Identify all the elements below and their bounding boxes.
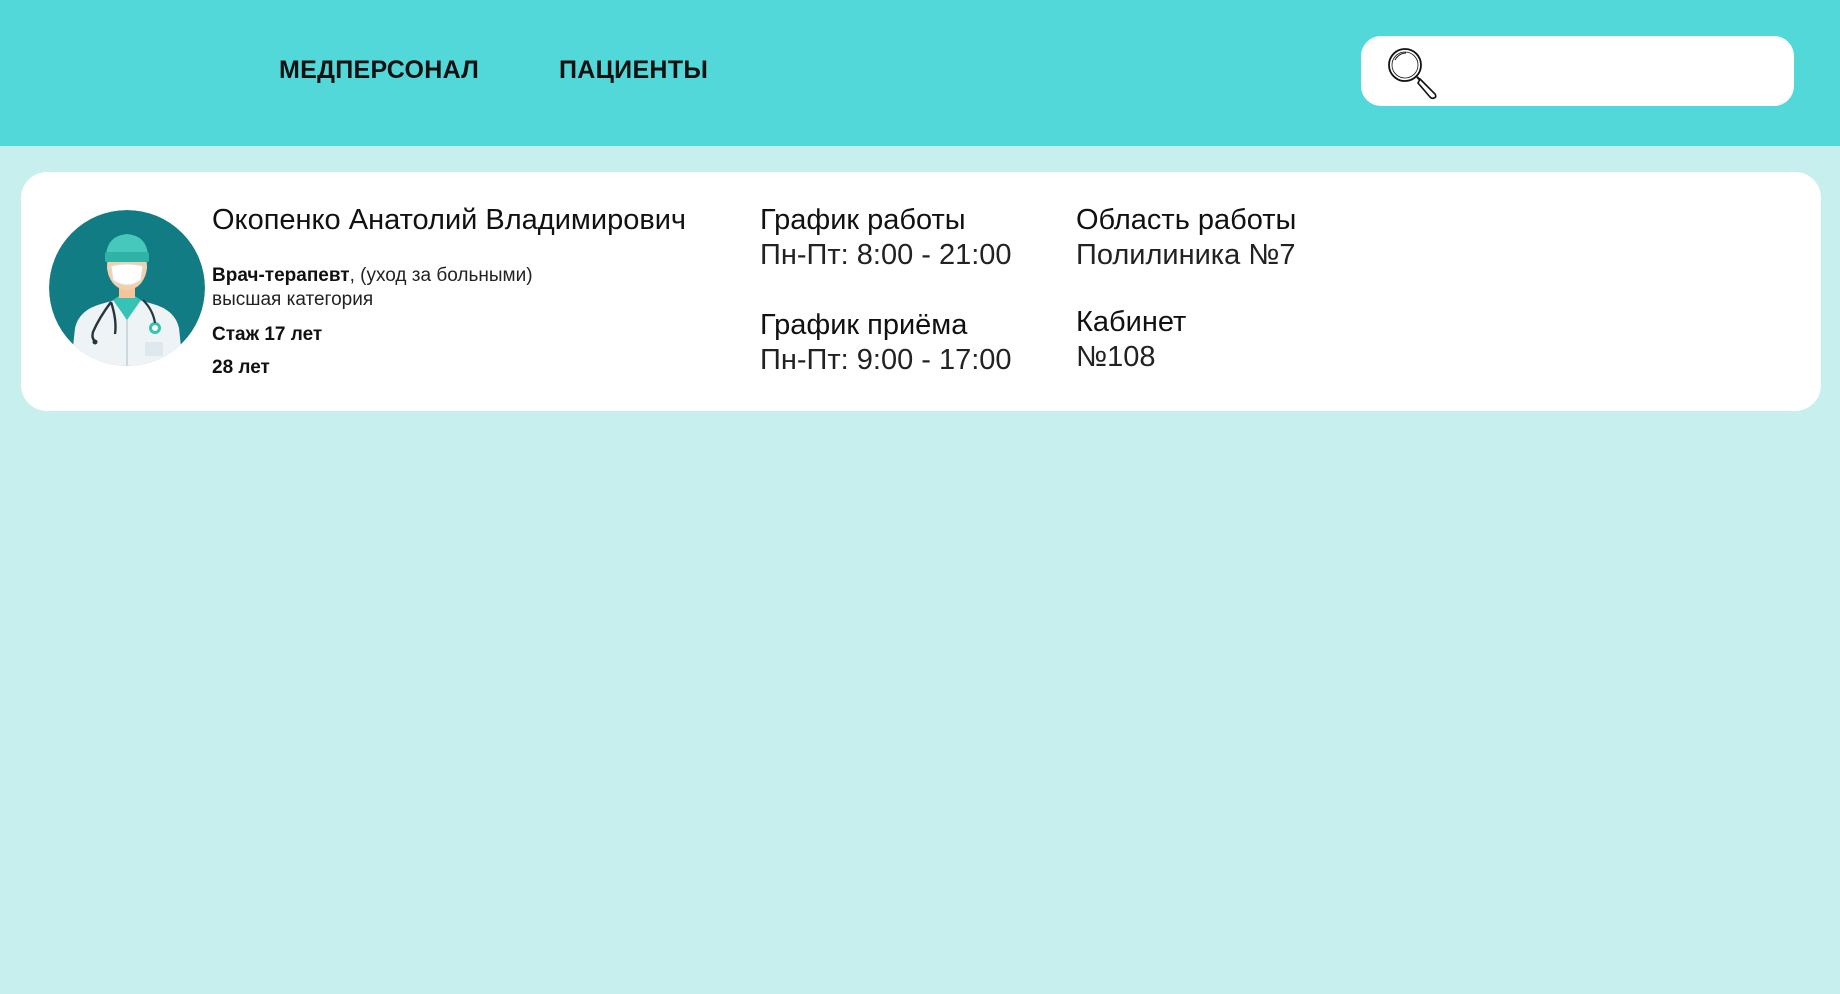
work-area-value: Полилиника №7 xyxy=(1076,239,1296,271)
search-input[interactable] xyxy=(1453,48,1773,94)
work-area-label: Область работы xyxy=(1076,204,1297,236)
doctor-experience: Стаж 17 лет xyxy=(212,324,323,345)
search-box[interactable] xyxy=(1361,36,1794,106)
doctor-specialty-block: Врач-терапевт, (уход за больными) высшая… xyxy=(212,264,572,312)
reception-schedule-label: График приёма xyxy=(760,309,968,341)
doctor-age: 28 лет xyxy=(212,357,270,378)
work-schedule-value: Пн-Пт: 8:00 - 21:00 xyxy=(760,239,1012,271)
doctor-avatar xyxy=(49,210,205,366)
doctor-card[interactable]: Окопенко Анатолий Владимирович Врач-тера… xyxy=(21,172,1821,411)
doctor-specialty: Врач-терапевт xyxy=(212,265,350,286)
doctor-category: высшая категория xyxy=(212,289,374,310)
doctor-avatar-icon xyxy=(49,210,205,366)
doctor-specialty-note: , (уход за больными) xyxy=(349,265,533,286)
room-label: Кабинет xyxy=(1076,306,1187,338)
doctor-name: Окопенко Анатолий Владимирович xyxy=(212,204,687,236)
top-navigation-bar: МЕДПЕРСОНАЛ ПАЦИЕНТЫ xyxy=(0,0,1840,146)
work-schedule-label: График работы xyxy=(760,204,966,236)
nav-link-medical-staff[interactable]: МЕДПЕРСОНАЛ xyxy=(279,56,479,85)
search-icon[interactable] xyxy=(1383,44,1443,100)
reception-schedule-value: Пн-Пт: 9:00 - 17:00 xyxy=(760,344,1012,376)
room-value: №108 xyxy=(1076,341,1156,373)
nav-link-patients[interactable]: ПАЦИЕНТЫ xyxy=(559,56,708,85)
